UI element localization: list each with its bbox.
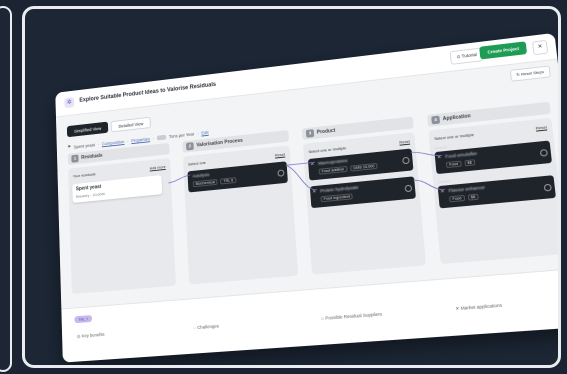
adjacent-panel-frame [0,6,12,372]
challenges-label: Challenges [197,323,220,331]
connector-line [286,162,315,165]
screenshot-stage: ✲ Explore Suitable Product Ideas to Valo… [22,6,561,368]
suppliers-tab[interactable]: ⌂ Possible Residual Suppliers [321,311,382,321]
trl-badge: TRL 7 [74,315,92,324]
market-label: Market applications [460,302,503,311]
connector-line [413,177,445,192]
market-applications-tab[interactable]: ✕ Market applications [455,303,502,313]
product-explorer-card: ✲ Explore Suitable Product Ideas to Valo… [55,32,561,363]
perspective-wrapper: ✲ Explore Suitable Product Ideas to Valo… [55,32,561,363]
suppliers-label: Possible Residual Suppliers [325,311,383,321]
connector-line [411,149,442,158]
connector-line [286,162,317,192]
connection-lines [55,33,561,309]
key-benefits-label: Key benefits [81,331,105,339]
connector-line [168,175,191,183]
challenges-tab[interactable]: ◌ Challenges [193,323,219,330]
key-benefits-tab[interactable]: ◎ Key benefits [77,332,105,340]
